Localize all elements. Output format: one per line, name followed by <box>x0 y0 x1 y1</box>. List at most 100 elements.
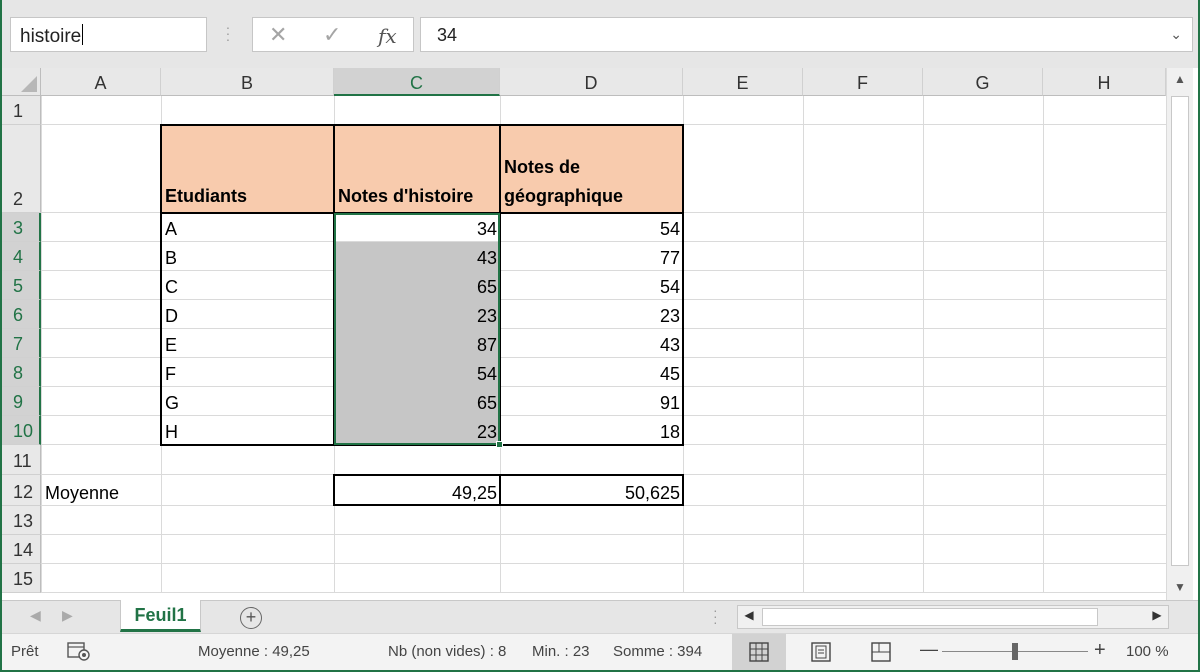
scroll-left-icon[interactable]: ◀ <box>738 608 760 622</box>
cancel-icon[interactable]: ✕ <box>269 22 287 48</box>
histoire-cell[interactable]: 23 <box>335 300 500 329</box>
row-gridline <box>41 563 1166 564</box>
tab-next-icon[interactable]: ▶ <box>62 607 73 624</box>
vertical-scrollbar[interactable]: ▲ ▼ <box>1166 68 1193 600</box>
tab-prev-icon[interactable]: ◀ <box>30 607 41 624</box>
column-header-c[interactable]: C <box>334 68 500 96</box>
row-header-2[interactable]: 2 <box>2 125 41 213</box>
sheet-tab-feuil1[interactable]: Feuil1 <box>120 600 201 632</box>
accessibility-icon[interactable] <box>67 640 91 666</box>
average-histoire-cell[interactable]: 49,25 <box>335 475 500 506</box>
histoire-cell[interactable]: 23 <box>335 416 500 445</box>
zoom-in-button[interactable]: + <box>1094 639 1106 662</box>
formula-bar: histoire · · · ✕ ✓ fx 34 ⌄ <box>2 0 1198 68</box>
histoire-cell[interactable]: 65 <box>335 271 500 300</box>
fx-icon[interactable]: fx <box>378 24 397 48</box>
col-gridline <box>41 96 42 593</box>
column-header-e[interactable]: E <box>683 68 803 96</box>
histoire-cell[interactable]: 87 <box>335 329 500 358</box>
split-handle-icon[interactable]: · · · <box>713 603 718 629</box>
row-header-1[interactable]: 1 <box>2 96 41 125</box>
student-cell[interactable]: H <box>162 416 334 445</box>
row-header-4[interactable]: 4 <box>2 242 41 271</box>
normal-view-button[interactable] <box>732 634 786 670</box>
horizontal-scrollbar[interactable]: ◀ ▶ <box>737 605 1169 629</box>
text-caret <box>82 24 84 45</box>
select-all-corner[interactable] <box>2 68 41 96</box>
status-count: Nb (non vides) : 8 <box>388 643 507 660</box>
table-header-cell[interactable]: Notes d'histoire <box>335 125 500 213</box>
col-gridline <box>923 96 924 593</box>
student-cell[interactable]: C <box>162 271 334 300</box>
row-header-5[interactable]: 5 <box>2 271 41 300</box>
zoom-level[interactable]: 100 % <box>1126 643 1169 660</box>
student-cell[interactable]: E <box>162 329 334 358</box>
row-header-8[interactable]: 8 <box>2 358 41 387</box>
column-header-d[interactable]: D <box>500 68 683 96</box>
page-layout-icon <box>811 642 831 662</box>
row-header-10[interactable]: 10 <box>2 416 41 445</box>
geographie-cell[interactable]: 54 <box>501 213 683 242</box>
page-layout-button[interactable] <box>794 634 848 670</box>
table-header-cell[interactable]: Etudiants <box>162 125 334 213</box>
row-header-11[interactable]: 11 <box>2 445 41 475</box>
name-box[interactable]: histoire <box>10 17 207 52</box>
enter-icon[interactable]: ✓ <box>323 22 341 48</box>
student-cell[interactable]: G <box>162 387 334 416</box>
geographie-cell[interactable]: 18 <box>501 416 683 445</box>
column-header-b[interactable]: B <box>161 68 334 96</box>
status-min: Min. : 23 <box>532 643 590 660</box>
student-cell[interactable]: B <box>162 242 334 271</box>
formula-buttons: ✕ ✓ fx <box>252 17 414 52</box>
geographie-cell[interactable]: 23 <box>501 300 683 329</box>
name-box-value: histoire <box>20 26 82 47</box>
scroll-down-icon[interactable]: ▼ <box>1171 580 1189 598</box>
drag-handle-icon[interactable]: · · · <box>224 20 232 46</box>
average-label-cell[interactable]: Moyenne <box>42 475 334 506</box>
row-header-14[interactable]: 14 <box>2 535 41 564</box>
zoom-slider-thumb[interactable] <box>1012 643 1018 660</box>
student-cell[interactable]: A <box>162 213 334 242</box>
scroll-right-icon[interactable]: ▶ <box>1146 608 1168 622</box>
table-header-cell[interactable]: Notes de géographique <box>501 125 683 213</box>
fill-handle[interactable] <box>496 441 503 448</box>
histoire-cell[interactable]: 65 <box>335 387 500 416</box>
row-header-3[interactable]: 3 <box>2 213 41 242</box>
histoire-cell[interactable]: 43 <box>335 242 500 271</box>
histoire-cell[interactable]: 54 <box>335 358 500 387</box>
dropdown-chevron-icon[interactable]: ⌄ <box>1170 26 1182 43</box>
histoire-cell[interactable]: 34 <box>335 213 500 242</box>
row-header-13[interactable]: 13 <box>2 506 41 535</box>
geographie-cell[interactable]: 45 <box>501 358 683 387</box>
status-average: Moyenne : 49,25 <box>198 643 310 660</box>
column-header-a[interactable]: A <box>41 68 161 96</box>
scroll-up-icon[interactable]: ▲ <box>1171 72 1189 90</box>
hscroll-thumb[interactable] <box>762 608 1098 626</box>
row-header-6[interactable]: 6 <box>2 300 41 329</box>
scroll-thumb[interactable] <box>1171 96 1189 566</box>
status-bar: Prêt Moyenne : 49,25 Nb (non vides) : 8 … <box>2 633 1198 670</box>
normal-view-icon <box>749 642 769 662</box>
row-header-15[interactable]: 15 <box>2 564 41 593</box>
sheet-tab-bar: ◀ ▶ Feuil1 + · · · ◀ ▶ <box>2 600 1198 633</box>
row-header-9[interactable]: 9 <box>2 387 41 416</box>
formula-input[interactable]: 34 ⌄ <box>420 17 1193 52</box>
student-cell[interactable]: F <box>162 358 334 387</box>
geographie-cell[interactable]: 91 <box>501 387 683 416</box>
column-header-h[interactable]: H <box>1043 68 1166 96</box>
page-break-button[interactable] <box>854 634 908 670</box>
col-gridline <box>803 96 804 593</box>
geographie-cell[interactable]: 43 <box>501 329 683 358</box>
geographie-cell[interactable]: 77 <box>501 242 683 271</box>
row-header-7[interactable]: 7 <box>2 329 41 358</box>
zoom-out-button[interactable]: — <box>920 639 938 660</box>
row-header-12[interactable]: 12 <box>2 475 41 506</box>
geographie-cell[interactable]: 54 <box>501 271 683 300</box>
column-header-f[interactable]: F <box>803 68 923 96</box>
column-header-g[interactable]: G <box>923 68 1043 96</box>
status-sum: Somme : 394 <box>613 643 703 660</box>
student-cell[interactable]: D <box>162 300 334 329</box>
average-geographie-cell[interactable]: 50,625 <box>501 475 683 506</box>
add-sheet-icon[interactable]: + <box>240 607 262 629</box>
col-gridline <box>1043 96 1044 593</box>
